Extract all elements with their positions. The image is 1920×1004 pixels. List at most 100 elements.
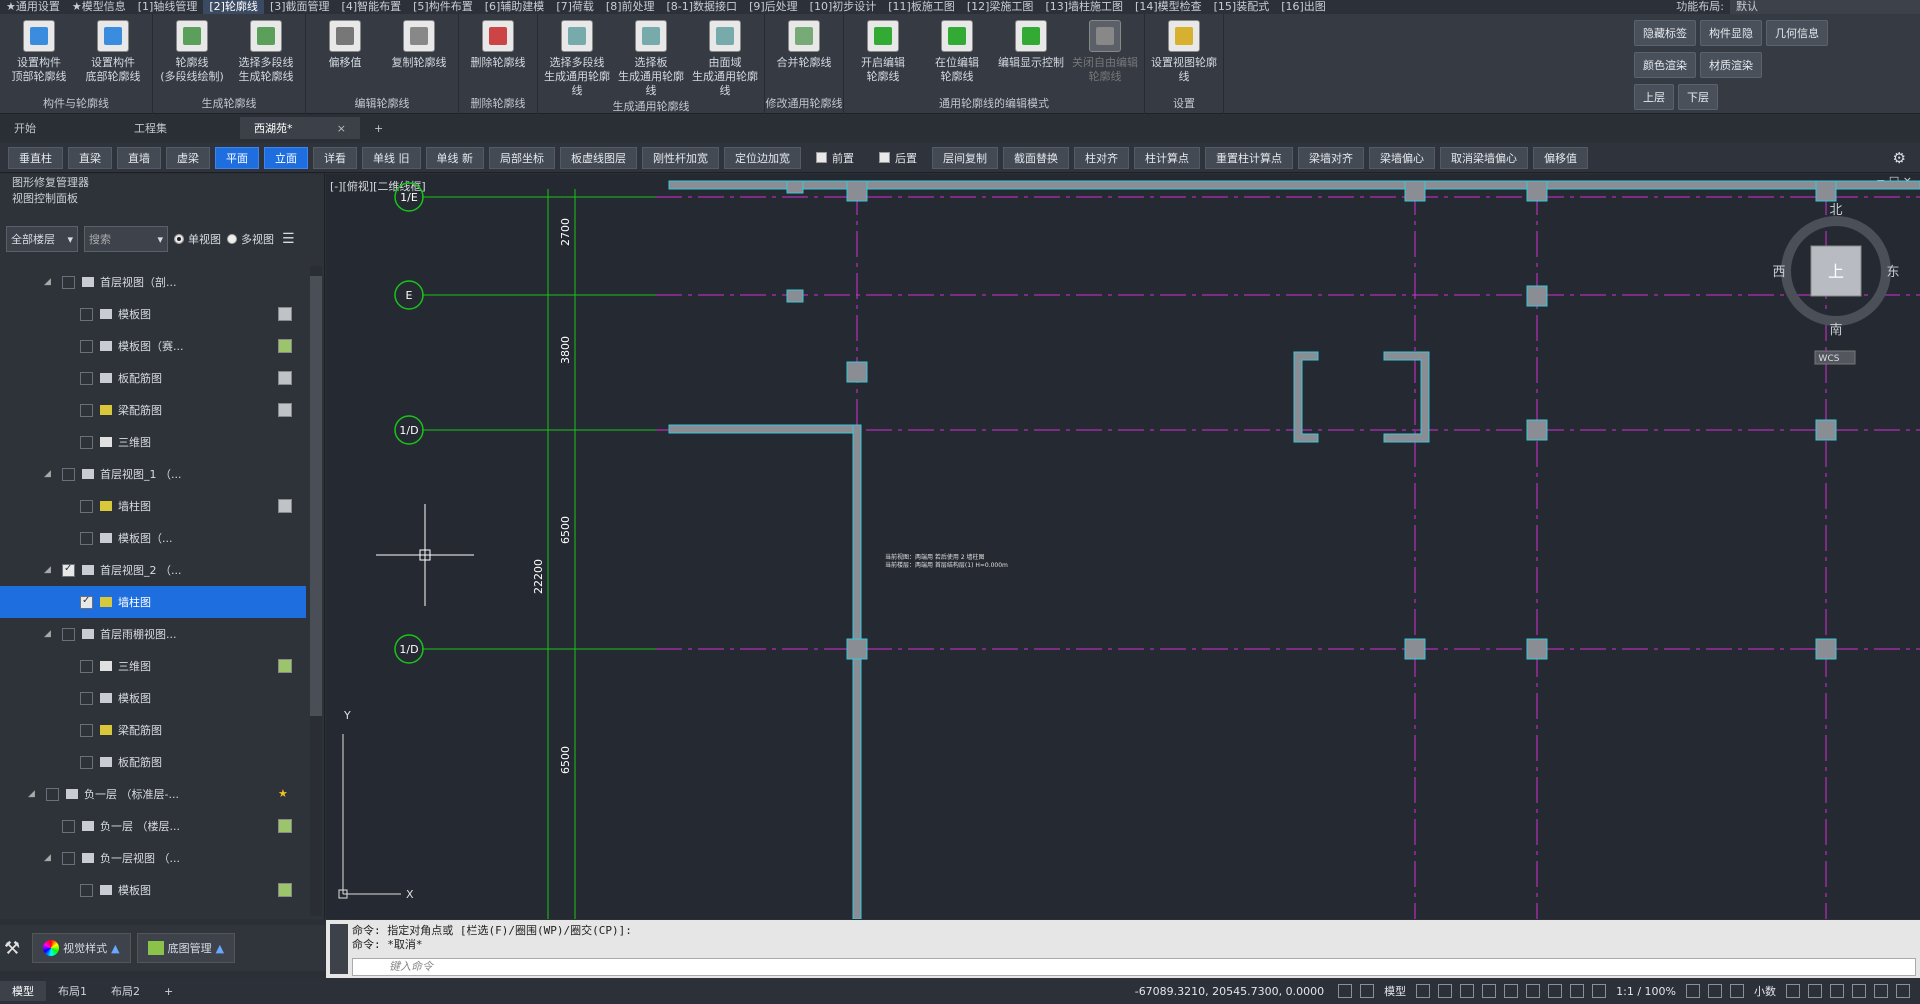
menu-item[interactable]: [6]辅助建模	[479, 0, 551, 14]
ribbon-button[interactable]: 删除轮廓线	[462, 20, 534, 70]
star-icon[interactable]: ★	[278, 787, 292, 801]
tree-item[interactable]: 板配筋图	[0, 746, 306, 778]
ribbon-button[interactable]: 设置构件 顶部轮廓线	[3, 20, 75, 84]
tree-checkbox[interactable]	[62, 851, 75, 865]
expand-arrow-icon[interactable]: ◢	[44, 469, 51, 479]
menu-item[interactable]: ★模型信息	[66, 0, 132, 14]
tree-item[interactable]: 模板图（...	[0, 522, 306, 554]
layout-tab-1[interactable]: 布局1	[46, 981, 99, 1001]
ribbon-button[interactable]: 选择多段线 生成轮廓线	[230, 20, 302, 84]
transparency-icon[interactable]	[1548, 984, 1563, 998]
ribbon-button[interactable]: 在位编辑 轮廓线	[921, 20, 993, 84]
document-tab[interactable]: 西湖苑* ×	[240, 117, 360, 139]
view-preview-icon[interactable]	[278, 371, 292, 385]
toolbar-button[interactable]: 柱对齐	[1074, 146, 1129, 169]
menu-icon[interactable]	[1896, 984, 1910, 998]
add-tab-button[interactable]: +	[360, 117, 397, 139]
checkbox[interactable]	[879, 152, 890, 163]
gear-icon[interactable]: ⚙	[1893, 149, 1906, 167]
ribbon-button[interactable]: 合并轮廓线	[768, 20, 840, 70]
ortho-icon[interactable]	[1460, 984, 1475, 998]
tree-item[interactable]: 模板图（赛...	[0, 330, 306, 362]
add-layout-button[interactable]: +	[152, 981, 185, 1001]
menu-item[interactable]: [15]装配式	[1208, 0, 1276, 14]
drawing-canvas[interactable]: [-][俯视][二维线框] − □ × 1/E	[326, 174, 1920, 919]
menu-item[interactable]: [4]智能布置	[336, 0, 408, 14]
visual-style-button[interactable]: 视觉样式 ▲	[32, 933, 131, 963]
tree-checkbox[interactable]	[80, 307, 93, 321]
display-toggle-button[interactable]: 颜色渲染	[1634, 52, 1696, 78]
tree-item[interactable]: ◢ 负一层 （标准层-... ★	[0, 778, 306, 810]
scale-readout[interactable]: 1:1 / 100%	[1616, 985, 1676, 998]
tree-checkbox[interactable]	[62, 275, 75, 289]
multi-view-radio[interactable]: 多视图	[227, 231, 274, 247]
menu-item[interactable]: [11]板施工图	[882, 0, 961, 14]
ribbon-button[interactable]: 偏移值	[309, 20, 381, 70]
osnap-icon[interactable]	[1504, 984, 1519, 998]
menu-lines-icon[interactable]: ☰	[282, 231, 295, 247]
menu-item[interactable]: [14]模型检查	[1129, 0, 1208, 14]
toolbar-button[interactable]: 单线 新	[425, 146, 484, 169]
display-toggle-button[interactable]: 隐藏标签	[1634, 20, 1696, 46]
menu-item[interactable]: [16]出图	[1275, 0, 1332, 14]
expand-arrow-icon[interactable]: ◢	[44, 853, 51, 863]
menu-item[interactable]: [9]后处理	[743, 0, 804, 14]
tree-item[interactable]: 模板图	[0, 874, 306, 906]
ribbon-button[interactable]: 关闭自由编辑 轮廓线	[1069, 20, 1141, 84]
toolbar-button[interactable]: 重置柱计算点	[1205, 146, 1293, 169]
menu-item[interactable]: [12]梁施工图	[961, 0, 1040, 14]
cursor-icon[interactable]	[1360, 984, 1375, 998]
view-preview-icon[interactable]	[278, 659, 292, 673]
command-handle[interactable]	[330, 924, 348, 974]
tree-checkbox[interactable]	[80, 499, 93, 513]
tree-item[interactable]: ✓ 墙柱图	[0, 586, 306, 618]
toolbar-button[interactable]: 直墙	[117, 146, 161, 169]
command-line[interactable]: 命令: 指定对角点或 [栏选(F)/圈围(WP)/圈交(CP)]: 命令: *取…	[326, 920, 1920, 978]
ribbon-button[interactable]: 选择板 生成通用轮廓线	[615, 20, 687, 98]
gear-icon[interactable]	[1686, 984, 1700, 998]
tree-item[interactable]: ◢ ✓ 首层视图_2 （...	[0, 554, 306, 586]
tree-checkbox[interactable]	[80, 339, 93, 353]
layout-tab-2[interactable]: 布局2	[99, 981, 152, 1001]
toolbar-button[interactable]: 层间复制	[932, 146, 998, 169]
toolbar-button[interactable]: 梁墙对齐	[1298, 146, 1364, 169]
ribbon-button[interactable]: 设置视图轮廓线	[1148, 20, 1220, 84]
tree-checkbox[interactable]	[62, 467, 75, 481]
tree-checkbox[interactable]	[62, 627, 75, 641]
view-preview-icon[interactable]	[278, 883, 292, 897]
toolbar-button[interactable]: 刚性杆加宽	[642, 146, 719, 169]
menu-item[interactable]: ★通用设置	[0, 0, 66, 14]
display-toggle-button[interactable]: 下层	[1678, 84, 1718, 110]
ribbon-button[interactable]: 开启编辑 轮廓线	[847, 20, 919, 84]
view-preview-icon[interactable]	[278, 339, 292, 353]
toolbar-button[interactable]: 前置	[806, 147, 864, 169]
tree-checkbox[interactable]	[80, 403, 93, 417]
view-preview-icon[interactable]	[278, 819, 292, 833]
base-map-button[interactable]: 底图管理 ▲	[136, 933, 236, 963]
tree-checkbox[interactable]	[62, 819, 75, 833]
tree-item[interactable]: 梁配筋图	[0, 394, 306, 426]
toolbar-button[interactable]: 柱计算点	[1134, 146, 1200, 169]
command-input[interactable]: 键入命令	[352, 958, 1916, 976]
tree-item[interactable]: 梁配筋图	[0, 714, 306, 746]
toolbar-button[interactable]: 局部坐标	[489, 146, 555, 169]
menu-item[interactable]: [1]轴线管理	[132, 0, 204, 14]
tree-item[interactable]: ◢ 首层雨棚视图...	[0, 618, 306, 650]
expand-arrow-icon[interactable]: ◢	[44, 277, 51, 287]
ribbon-button[interactable]: 由面域 生成通用轮廓线	[689, 20, 761, 98]
grid-icon[interactable]	[1416, 984, 1431, 998]
toolbar-button[interactable]: 平面	[215, 146, 259, 169]
menu-item[interactable]: [7]荷载	[550, 0, 600, 14]
floor-select[interactable]: 全部楼层 ▾	[6, 226, 78, 252]
tree-checkbox[interactable]: ✓	[80, 595, 93, 609]
tree-item[interactable]: ◢ 负一层视图 （...	[0, 842, 306, 874]
display-toggle-button[interactable]: 材质渲染	[1700, 52, 1762, 78]
view-preview-icon[interactable]	[278, 307, 292, 321]
toolbar-button[interactable]: 取消梁墙偏心	[1440, 146, 1528, 169]
quick-props-icon[interactable]	[1786, 984, 1800, 998]
snap-mode-icon[interactable]	[1438, 984, 1453, 998]
ribbon-button[interactable]: 复制轮廓线	[383, 20, 455, 70]
tree-item[interactable]: 墙柱图	[0, 490, 306, 522]
expand-arrow-icon[interactable]: ◢	[28, 789, 35, 799]
toolbar-button[interactable]: 单线 旧	[362, 146, 421, 169]
